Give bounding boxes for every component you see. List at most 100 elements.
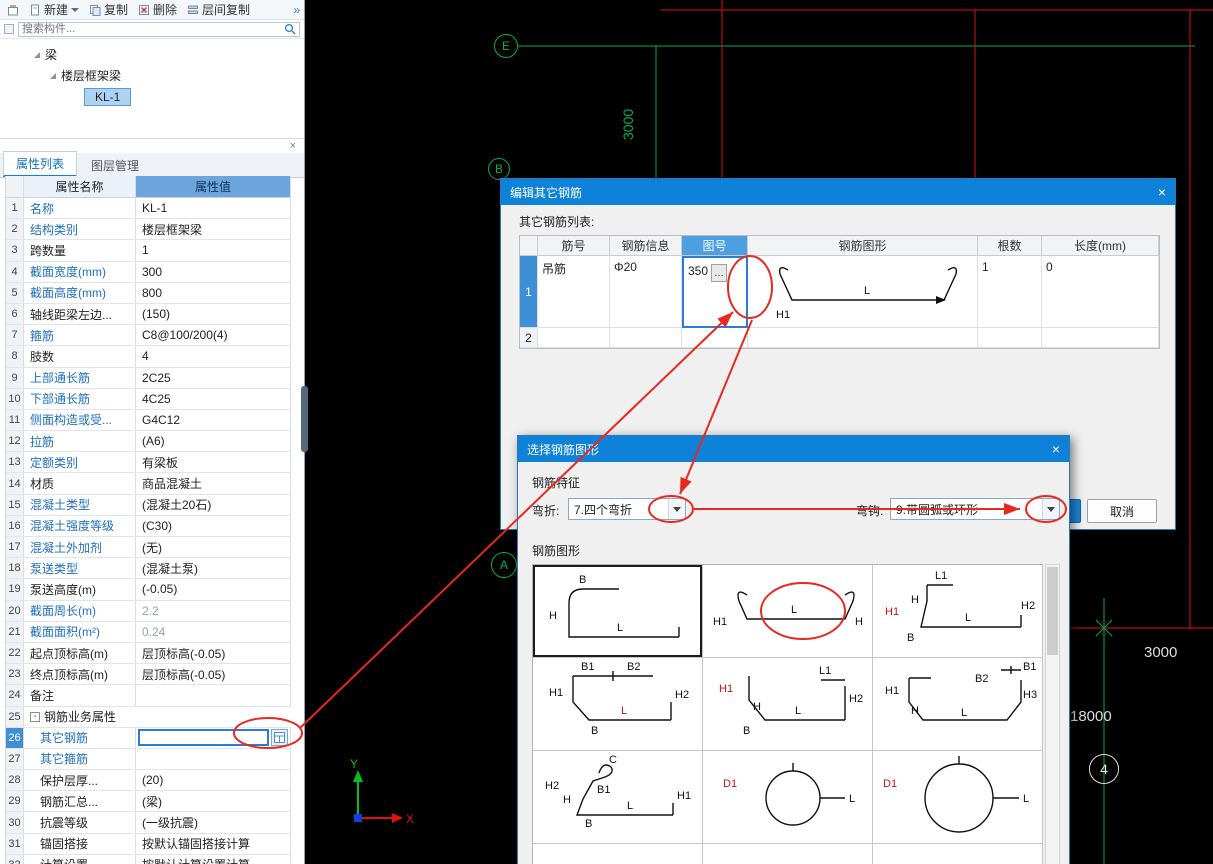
dim-label: H2 xyxy=(1021,600,1035,612)
shapes-scrollbar[interactable] xyxy=(1045,564,1060,864)
property-name: 混凝土强度等级 xyxy=(24,515,136,536)
rebar-shapes-label: 钢筋图形 xyxy=(532,544,581,558)
scrollbar-thumb[interactable] xyxy=(1047,567,1058,655)
hook-select[interactable]: 9.带圆弧或环形 xyxy=(890,498,1060,520)
bend-select[interactable]: 7.四个弯折 xyxy=(568,498,686,520)
layer-copy-button[interactable]: 层间复制 xyxy=(184,0,253,19)
header-index xyxy=(6,176,24,197)
shape-option-10[interactable] xyxy=(533,844,703,864)
property-row[interactable]: 13 定额类别 有梁板 xyxy=(6,452,291,474)
property-name: 下部通长筋 xyxy=(24,388,136,409)
shape-option-6[interactable]: H1 B1 B2 H L H3 xyxy=(873,658,1043,751)
property-row[interactable]: 12 拉筋 (A6) xyxy=(6,431,291,453)
shape-option-2[interactable]: H1 L H xyxy=(703,565,873,658)
property-value: G4C12 xyxy=(136,409,291,431)
property-row[interactable]: 30 抗震等级 (一级抗震) xyxy=(6,812,291,834)
property-row[interactable]: 7 箍筋 C8@100/200(4) xyxy=(6,325,291,347)
header-index xyxy=(520,236,538,256)
property-row[interactable]: 3 跨数量 1 xyxy=(6,240,291,262)
property-name: 名称 xyxy=(24,198,136,219)
rebar-row[interactable]: 1 吊筋 Φ20 350 … H1 L 1 0 xyxy=(520,256,1159,328)
delete-icon xyxy=(139,4,150,15)
application-window: E B A 4 3000 3000 18000 Y X 新建 复制 删除 层间复… xyxy=(0,0,1213,864)
figure-no-cell[interactable]: 350 … xyxy=(682,256,748,328)
property-row[interactable]: 5 截面高度(mm) 800 xyxy=(6,282,291,304)
dim-label: B1 xyxy=(581,661,594,673)
shape-option-7[interactable]: C H2 H B1 B L H1 xyxy=(533,751,703,844)
header-bar-info: 钢筋信息 xyxy=(610,236,682,256)
property-row[interactable]: 4 截面宽度(mm) 300 xyxy=(6,261,291,283)
figure-picker-button[interactable]: … xyxy=(711,264,728,282)
property-row[interactable]: 16 混凝土强度等级 (C30) xyxy=(6,515,291,537)
shape-option-5[interactable]: H1 H B L1 L H2 xyxy=(703,658,873,751)
dim-label: H1 xyxy=(885,606,899,618)
dialog-title: 选择钢筋图形 xyxy=(527,442,600,457)
property-row[interactable]: 11 侧面构造或受... G4C12 xyxy=(6,409,291,432)
property-row[interactable]: 14 材质 商品混凝土 xyxy=(6,473,291,495)
property-row[interactable]: 27 其它箍筋 xyxy=(6,748,291,771)
new-button[interactable]: 新建 xyxy=(26,0,82,19)
property-row[interactable]: 29 钢筋汇总... (梁) xyxy=(6,791,291,813)
panel-close-button[interactable]: × xyxy=(290,140,296,152)
panel-splitter-handle[interactable] xyxy=(301,386,308,452)
dim-label: L xyxy=(1023,793,1029,805)
property-row-group[interactable]: 25- 钢筋业务属性 xyxy=(6,706,291,728)
shape-option-11[interactable] xyxy=(703,844,873,864)
other-rebar-input[interactable] xyxy=(138,729,269,747)
shape-option-4[interactable]: B1 B2 H1 L B H2 xyxy=(533,658,703,751)
search-icon[interactable] xyxy=(284,23,296,35)
chevron-down-icon[interactable] xyxy=(1042,499,1059,519)
property-row[interactable]: 6 轴线距梁左边... (150) xyxy=(6,303,291,326)
dialog-title: 编辑其它钢筋 xyxy=(510,185,583,200)
property-row[interactable]: 22 起点顶标高(m) 层顶标高(-0.05) xyxy=(6,642,291,665)
property-name: 其它箍筋 xyxy=(24,748,136,770)
property-row[interactable]: 19 泵送高度(m) (-0.05) xyxy=(6,579,291,601)
shape-option-12[interactable] xyxy=(873,844,1043,864)
property-row[interactable]: 23 终点顶标高(m) 层顶标高(-0.05) xyxy=(6,664,291,686)
tab-layer-management[interactable]: 图层管理 xyxy=(79,154,151,177)
property-value: 楼层框架梁 xyxy=(136,219,291,240)
tree-node-kl1[interactable]: KL-1 xyxy=(0,86,304,107)
search-input[interactable] xyxy=(22,23,284,35)
dialog-title-bar[interactable]: 选择钢筋图形 × xyxy=(518,436,1069,462)
cancel-button[interactable]: 取消 xyxy=(1087,499,1157,523)
tree-node-floor-frame-beam[interactable]: 楼层框架梁 xyxy=(0,65,304,86)
dialog-title-bar[interactable]: 编辑其它钢筋 × xyxy=(501,179,1175,205)
property-table-header: 属性名称 属性值 xyxy=(6,176,291,198)
rebar-row-empty[interactable]: 2 xyxy=(520,328,1159,348)
property-row[interactable]: 17 混凝土外加剂 (无) xyxy=(6,537,291,559)
shape-option-9[interactable]: D1 L xyxy=(873,751,1043,844)
property-row[interactable]: 18 泵送类型 (混凝土泵) xyxy=(6,558,291,580)
copy-button[interactable]: 复制 xyxy=(86,0,131,19)
chevron-down-icon[interactable] xyxy=(668,499,685,519)
delete-button[interactable]: 删除 xyxy=(135,0,180,19)
tree-node-beam[interactable]: 梁 xyxy=(0,44,304,65)
property-row-other-rebar[interactable]: 26 其它钢筋 xyxy=(6,727,291,749)
shape-option-1[interactable]: B H L xyxy=(533,565,703,658)
tab-property-list[interactable]: 属性列表 xyxy=(3,151,78,177)
shape-option-8[interactable]: D1 L xyxy=(703,751,873,844)
property-name: 备注 xyxy=(24,685,136,706)
property-row[interactable]: 10 下部通长筋 4C25 xyxy=(6,388,291,410)
property-row[interactable]: 8 肢数 4 xyxy=(6,346,291,368)
property-row[interactable]: 20 截面周长(m) 2.2 xyxy=(6,600,291,622)
paste-button[interactable] xyxy=(4,3,22,17)
shape-option-3[interactable]: L1 H1 H B L H2 xyxy=(873,565,1043,658)
dim-label: H1 xyxy=(885,685,899,697)
property-row[interactable]: 2 结构类别 楼层框架梁 xyxy=(6,219,291,241)
property-row[interactable]: 24 备注 xyxy=(6,685,291,707)
toolbar-overflow-button[interactable]: » xyxy=(293,3,300,17)
property-row[interactable]: 31 锚固搭接 按默认锚固搭接计算 xyxy=(6,833,291,855)
close-icon[interactable]: × xyxy=(1158,185,1166,199)
rebar-picker-button[interactable] xyxy=(271,729,288,747)
dim-label: H1 xyxy=(677,790,691,802)
property-row[interactable]: 28 保护层厚... (20) xyxy=(6,770,291,792)
collapse-icon[interactable]: - xyxy=(30,711,40,722)
property-row[interactable]: 9 上部通长筋 2C25 xyxy=(6,367,291,389)
property-row[interactable]: 1 名称 KL-1 xyxy=(6,198,291,220)
property-row[interactable]: 32计算设置按默认计算设置计算 xyxy=(6,854,291,864)
dim-label: L xyxy=(617,622,623,634)
close-icon[interactable]: × xyxy=(1052,442,1060,456)
property-row[interactable]: 21 截面面积(m²) 0.24 xyxy=(6,621,291,643)
property-row[interactable]: 15 混凝土类型 (混凝土20石) xyxy=(6,494,291,516)
